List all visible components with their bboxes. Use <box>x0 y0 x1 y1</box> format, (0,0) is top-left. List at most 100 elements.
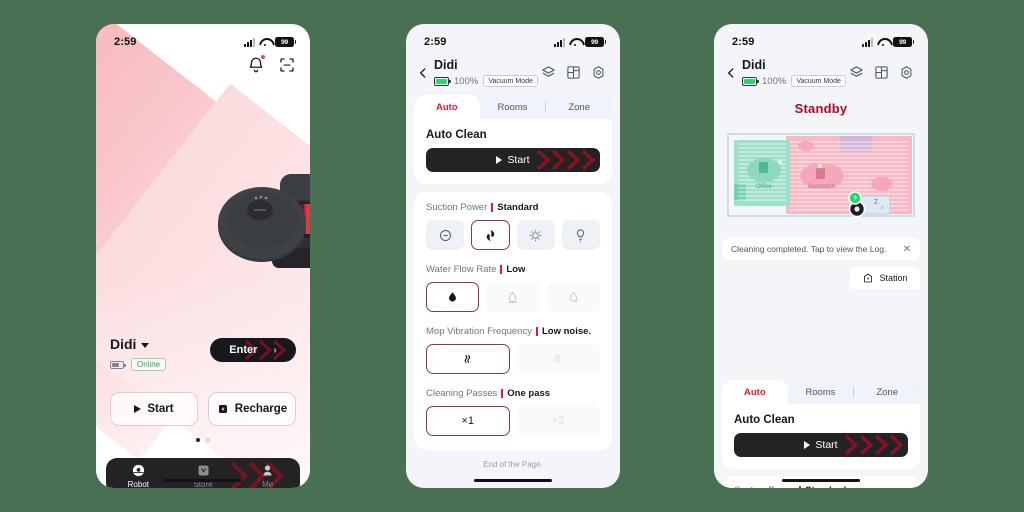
cleaning-map[interactable]: Z z Office Basement <box>722 130 920 223</box>
suction-power-label: Suction Power Standard <box>426 202 600 213</box>
option-water-medium[interactable] <box>486 282 540 313</box>
robot-product-image <box>218 174 310 268</box>
tab-me-label: Me <box>262 480 274 488</box>
recharge-button[interactable]: Recharge <box>208 392 296 426</box>
svg-text:Z: Z <box>874 199 879 206</box>
battery-icon: 99 <box>275 37 297 47</box>
cleaning-passes-label: Cleaning Passes One pass <box>426 388 600 399</box>
setting-value: One pass <box>507 388 551 400</box>
suction-power-label: Suction Power Standard <box>734 485 908 488</box>
tab-me[interactable]: Me <box>235 458 300 488</box>
mode-badge: Vacuum Mode <box>791 75 846 88</box>
auto-clean-card: Auto Rooms Zone Auto Clean Start <box>414 95 612 185</box>
settings-body: Auto Rooms Zone Auto Clean Start Suction… <box>406 87 620 475</box>
one-pass-label: ×1 <box>461 415 475 428</box>
tab-auto[interactable]: Auto <box>722 380 788 404</box>
page-dot[interactable] <box>206 438 210 442</box>
option-water-high[interactable] <box>546 282 600 313</box>
layers-icon[interactable] <box>541 65 556 80</box>
home-top-actions <box>247 54 296 74</box>
enter-button[interactable]: Enter › <box>210 338 296 362</box>
device-meta: Didi 100% Vacuum Mode <box>434 58 541 88</box>
store-icon <box>198 465 208 476</box>
page-indicator <box>96 438 310 442</box>
tab-auto[interactable]: Auto <box>414 95 480 120</box>
device-meta: Didi 100% Vacuum Mode <box>742 58 849 88</box>
status-badge: Online <box>131 358 167 371</box>
chevron-decoration <box>844 434 904 456</box>
settings-icon[interactable] <box>591 65 606 80</box>
status-bar: 2:59 99 <box>96 24 310 54</box>
home-action-buttons: Start Recharge <box>110 392 296 426</box>
setting-label-text: Water Flow Rate <box>426 264 497 276</box>
battery-icon: 99 <box>585 37 607 47</box>
layers-icon[interactable] <box>849 65 864 80</box>
home-indicator <box>164 478 242 482</box>
label-divider <box>535 327 538 337</box>
map-graphic: Z z Office Basement <box>722 130 920 223</box>
bottom-sheet: Auto Rooms Zone Auto Clean Start Suction… <box>722 380 920 488</box>
tab-store[interactable]: Store <box>171 458 236 488</box>
enter-label: Enter <box>229 344 258 356</box>
tab-robot[interactable]: Robot <box>106 458 171 488</box>
tab-rooms[interactable]: Rooms <box>788 380 854 404</box>
back-icon[interactable] <box>724 66 738 80</box>
play-icon <box>496 156 503 165</box>
phone-screen-settings: 2:59 99 Didi 100% Vacuum Mode Auto Rooms… <box>406 24 620 488</box>
status-indicators: 99 <box>862 37 915 47</box>
bell-icon[interactable] <box>247 54 266 74</box>
option-standard[interactable] <box>471 220 510 251</box>
start-label: Start <box>147 403 174 415</box>
start-button[interactable]: Start <box>110 392 198 426</box>
device-header: Didi 100% Vacuum Mode <box>406 54 620 88</box>
setting-value: Low <box>506 264 526 276</box>
map-grid-icon[interactable] <box>566 65 581 80</box>
max-icon <box>577 229 585 242</box>
recharge-label: Recharge <box>234 403 288 415</box>
scan-icon[interactable] <box>278 56 296 74</box>
station-button[interactable]: Station <box>850 267 920 290</box>
start-label: Start <box>507 154 530 167</box>
option-turbo[interactable] <box>516 220 555 251</box>
cellular-signal-icon <box>244 37 255 47</box>
quiet-icon <box>439 229 451 241</box>
tab-zone[interactable]: Zone <box>854 380 920 404</box>
wifi-icon <box>877 38 889 47</box>
setting-label-text: Mop Vibration Frequency <box>426 326 532 338</box>
status-bar: 2:59 99 <box>406 24 620 54</box>
start-button[interactable]: Start <box>734 433 908 457</box>
robot-status: Standby <box>794 101 848 117</box>
device-substatus: 100% Vacuum Mode <box>434 75 541 88</box>
map-grid-icon[interactable] <box>874 65 889 80</box>
setting-label-text: Cleaning Passes <box>426 388 498 400</box>
settings-icon[interactable] <box>899 65 914 80</box>
two-pass-label: ×2 <box>551 415 565 428</box>
label-divider <box>491 203 494 213</box>
option-water-low[interactable] <box>426 282 480 313</box>
tab-zone[interactable]: Zone <box>546 95 612 119</box>
tab-robot-label: Robot <box>127 480 150 488</box>
option-max[interactable] <box>561 220 600 251</box>
vibration-high-icon <box>554 354 561 364</box>
close-icon[interactable]: ✕ <box>903 244 911 255</box>
option-vibration-high[interactable] <box>516 344 600 375</box>
setting-label-text: Suction Power <box>426 202 488 214</box>
battery-level-icon <box>110 360 126 369</box>
page-dot-active[interactable] <box>196 438 200 442</box>
play-icon <box>134 405 142 413</box>
back-icon[interactable] <box>416 66 430 80</box>
device-name: Didi <box>434 58 458 72</box>
start-button[interactable]: Start <box>426 148 600 173</box>
water-flow-options <box>426 282 600 313</box>
chevron-right-icon: › <box>273 344 277 356</box>
tab-rooms[interactable]: Rooms <box>480 95 546 119</box>
toast-notification[interactable]: Cleaning completed. Tap to view the Log.… <box>722 238 920 261</box>
option-two-pass[interactable]: ×2 <box>516 406 600 437</box>
cleaning-passes-options: ×1 ×2 <box>426 406 600 437</box>
notification-dot <box>260 54 266 60</box>
option-one-pass[interactable]: ×1 <box>426 406 510 437</box>
option-quiet[interactable] <box>426 220 465 251</box>
status-bar: 2:59 99 <box>714 24 928 54</box>
option-vibration-low[interactable] <box>426 344 510 375</box>
device-header: Didi 100% Vacuum Mode <box>714 54 928 88</box>
